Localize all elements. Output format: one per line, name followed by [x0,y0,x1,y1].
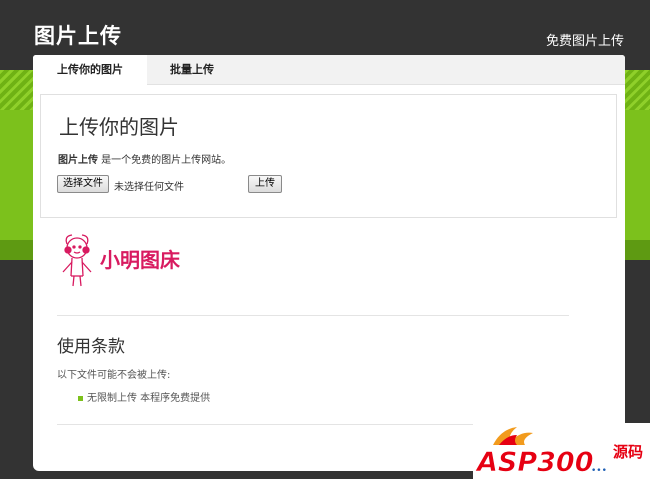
xiaoming-logo: 小明图床 [62,234,181,287]
intro-site-name: 图片上传 [58,155,98,166]
watermark-text: ASP300 [475,447,594,478]
watermark-suffix: 源码 [613,443,643,461]
main-card: 上传你的图片 批量上传 上传你的图片 图片上传 是一个免费的图片上传网站。 选择… [33,55,625,471]
terms-item-text: 无限制上传 本程序免费提供 [87,393,211,404]
choose-file-button[interactable]: 选择文件 [57,175,109,193]
upload-panel: 上传你的图片 图片上传 是一个免费的图片上传网站。 选择文件 未选择任何文件 上… [40,94,617,218]
tab-bulk-upload[interactable]: 批量上传 [170,55,230,85]
stripe-decoration-right [625,70,650,110]
terms-intro: 以下文件可能不会被上传: [57,370,171,381]
upload-heading: 上传你的图片 [59,115,179,139]
section-divider [57,315,569,316]
asp300-watermark: ASP300 源码 ••• [473,423,650,479]
upload-button[interactable]: 上传 [248,175,282,193]
logo-text: 小明图床 [100,248,181,272]
bullet-square-icon [78,395,83,401]
terms-list-item: 无限制上传 本程序免费提供 [78,389,210,404]
watermark-dots: ••• [591,466,607,476]
band-shadow-right [625,240,650,260]
asp300-watermark-logo: ASP300 源码 ••• [475,427,643,478]
intro-text: 是一个免费的图片上传网站。 [98,155,232,166]
cartoon-girl-icon [62,234,92,287]
tab-bar: 上传你的图片 批量上传 [33,55,625,86]
file-status-text: 未选择任何文件 [114,182,184,193]
stripe-decoration-left [0,70,33,110]
tab-upload-your-image[interactable]: 上传你的图片 [33,55,147,86]
flame-icon [493,427,533,445]
site-title: 图片上传 [34,24,122,48]
terms-heading: 使用条款 [57,337,125,357]
free-upload-link[interactable]: 免费图片上传 [546,30,624,49]
upload-intro: 图片上传 是一个免费的图片上传网站。 [58,151,231,166]
band-shadow-left [0,240,33,260]
